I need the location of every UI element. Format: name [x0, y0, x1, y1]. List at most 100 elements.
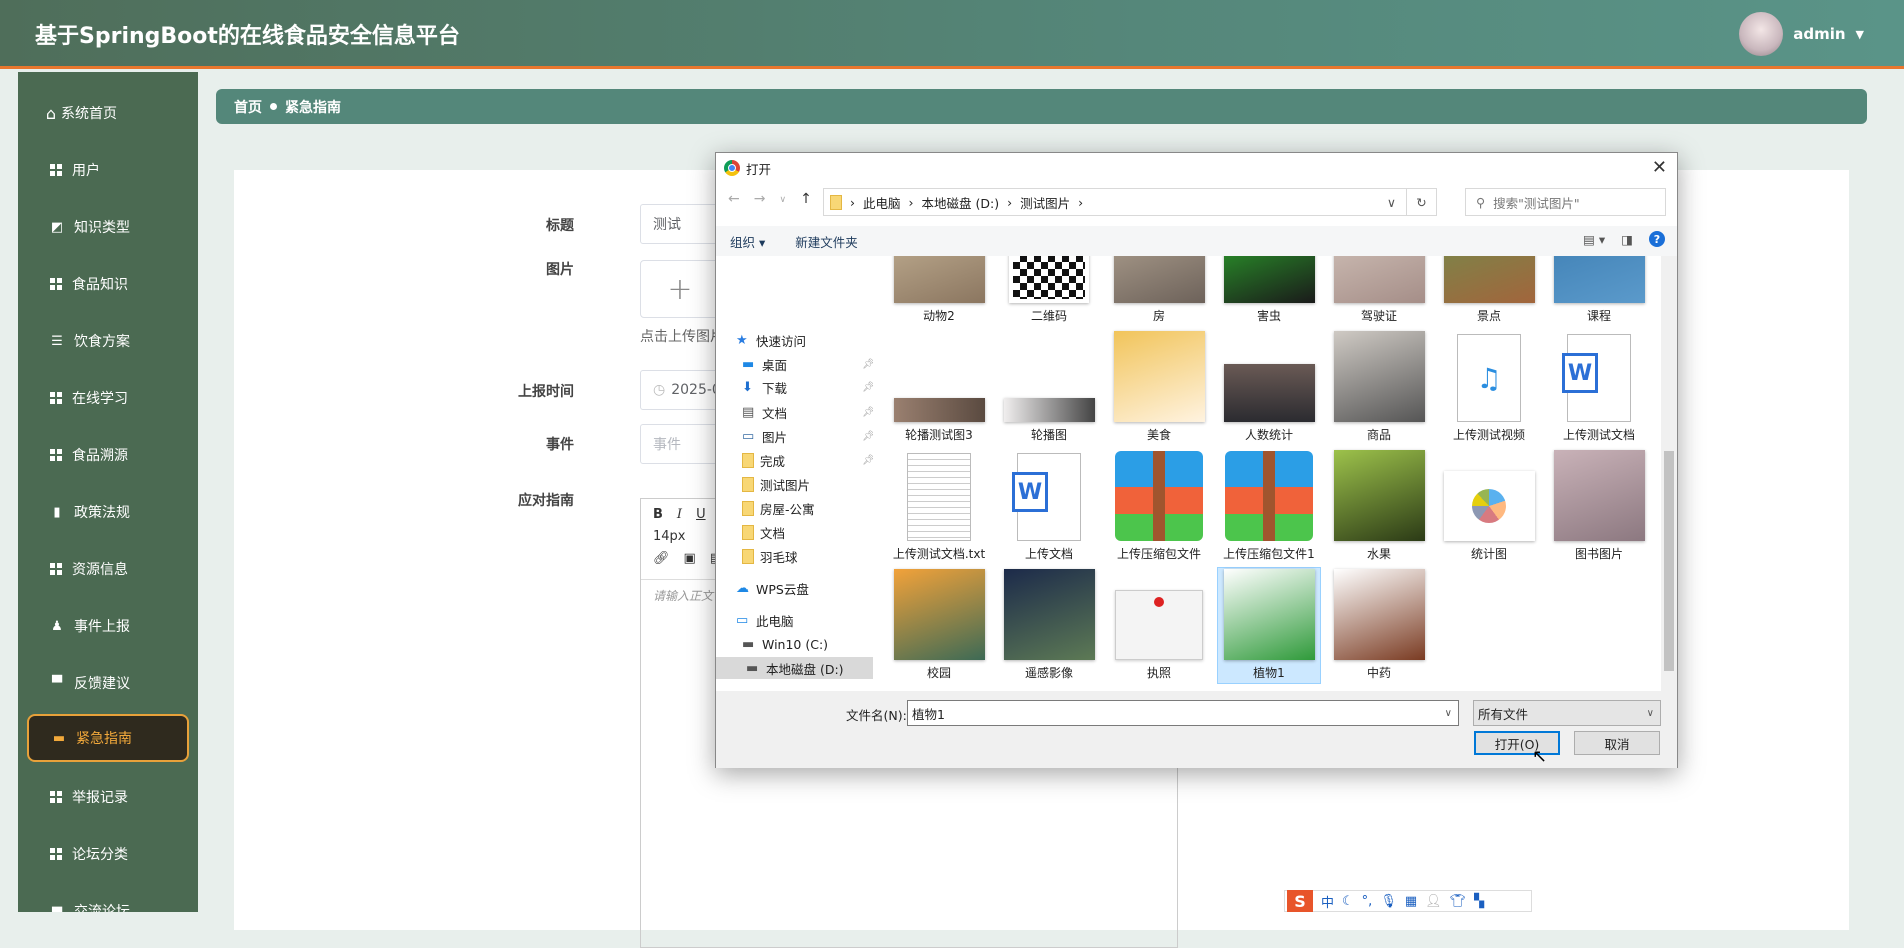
chevron-down-icon[interactable]: ∨: [1445, 708, 1452, 719]
nav-item[interactable]: 测试图片: [742, 473, 810, 495]
sidebar-item[interactable]: ▮ 政策法规: [18, 492, 198, 532]
apps-icon[interactable]: ▚: [1474, 894, 1484, 909]
sidebar-item[interactable]: ▀ 反馈建议: [18, 663, 198, 703]
nav-item[interactable]: ⬇ 下载 📌︎: [742, 376, 873, 398]
file-type-select[interactable]: 所有文件 ∨: [1473, 700, 1661, 726]
nav-item[interactable]: ☁ WPS云盘: [736, 577, 809, 599]
sidebar-item[interactable]: ▬ 紧急指南: [27, 714, 189, 762]
link-icon[interactable]: 🔗︎: [653, 551, 670, 566]
keyboard-icon[interactable]: ▦: [1405, 894, 1417, 909]
vertical-scrollbar[interactable]: [1661, 256, 1677, 691]
skin-icon[interactable]: 👕︎: [1450, 894, 1467, 909]
file-item[interactable]: 美食: [1107, 329, 1211, 446]
sidebar-item[interactable]: 在线学习: [18, 378, 198, 418]
sidebar-item[interactable]: 食品知识: [18, 264, 198, 304]
file-item[interactable]: 房: [1107, 256, 1211, 327]
sidebar-item[interactable]: ☰ 饮食方案: [18, 321, 198, 361]
new-folder-button[interactable]: 新建文件夹: [795, 232, 858, 251]
address-bar[interactable]: › 此电脑 › 本地磁盘 (D:) › 测试图片 › ∨ ↻: [823, 188, 1437, 216]
image-icon[interactable]: ▣: [684, 551, 696, 566]
sidebar-item[interactable]: 用户: [18, 150, 198, 190]
file-item[interactable]: W 上传文档: [997, 448, 1101, 565]
pin-icon[interactable]: 📌︎: [862, 359, 873, 370]
file-item[interactable]: ♫ 上传测试视频: [1437, 329, 1541, 446]
preview-pane-icon[interactable]: ◨: [1621, 232, 1633, 247]
up-arrow-icon[interactable]: ↑: [800, 191, 812, 207]
nav-item[interactable]: 完成 📌︎: [742, 449, 873, 471]
punctuation-icon[interactable]: °,: [1362, 894, 1373, 909]
file-item[interactable]: 上传测试文档.txt: [887, 448, 991, 565]
file-item[interactable]: 景点: [1437, 256, 1541, 327]
nav-item[interactable]: ▬ 桌面 📌︎: [742, 353, 873, 375]
sidebar-item[interactable]: 资源信息: [18, 549, 198, 589]
nav-item[interactable]: ▬ Win10 (C:): [742, 633, 828, 655]
pin-icon[interactable]: 📌︎: [862, 407, 873, 418]
user-menu[interactable]: admin ▼: [1739, 12, 1864, 56]
pin-icon[interactable]: 📌︎: [862, 455, 873, 466]
file-item[interactable]: 校园: [887, 567, 991, 684]
ime-mode[interactable]: 中: [1321, 892, 1334, 911]
cancel-button[interactable]: 取消: [1574, 731, 1660, 755]
file-item[interactable]: 执照: [1107, 567, 1211, 684]
bold-button[interactable]: B: [653, 507, 663, 522]
close-button[interactable]: ✕: [1652, 157, 1667, 178]
file-item[interactable]: 中药: [1327, 567, 1431, 684]
file-item[interactable]: 课程: [1547, 256, 1651, 327]
user-icon[interactable]: 👤︎: [1425, 894, 1442, 909]
sidebar-item[interactable]: 举报记录: [18, 777, 198, 817]
microphone-icon[interactable]: 🎙︎: [1380, 894, 1397, 909]
file-item[interactable]: 上传压缩包文件: [1107, 448, 1211, 565]
image-upload-button[interactable]: +: [640, 260, 720, 318]
chevron-down-icon[interactable]: ∨: [1387, 195, 1396, 210]
path-segment[interactable]: 测试图片: [1020, 193, 1070, 212]
sidebar-item[interactable]: ▆ 交流论坛: [18, 891, 198, 913]
file-item[interactable]: 水果: [1327, 448, 1431, 565]
file-item[interactable]: 驾驶证: [1327, 256, 1431, 327]
nav-item[interactable]: ▭ 此电脑: [736, 609, 794, 631]
forward-arrow-icon[interactable]: →: [754, 191, 766, 207]
back-arrow-icon[interactable]: ←: [728, 191, 740, 207]
nav-item[interactable]: ★ 快速访问: [736, 329, 806, 351]
file-item[interactable]: 害虫: [1217, 256, 1321, 327]
recent-chevron-icon[interactable]: ∨: [779, 195, 786, 207]
sidebar-item[interactable]: 食品溯源: [18, 435, 198, 475]
file-item[interactable]: W 上传测试文档: [1547, 329, 1651, 446]
italic-button[interactable]: I: [677, 507, 682, 522]
file-item[interactable]: 植物1: [1217, 567, 1321, 684]
nav-item[interactable]: 房屋-公寓: [742, 497, 815, 519]
nav-item[interactable]: 羽毛球: [742, 545, 798, 567]
nav-item[interactable]: ▤ 文档 📌︎: [742, 401, 873, 423]
path-segment[interactable]: 本地磁盘 (D:): [922, 193, 1000, 212]
file-item[interactable]: 人数统计: [1217, 329, 1321, 446]
pin-icon[interactable]: 📌︎: [862, 382, 873, 393]
file-item[interactable]: 轮播测试图3: [887, 329, 991, 446]
help-icon[interactable]: ?: [1649, 231, 1665, 247]
nav-item[interactable]: ▭ 图片 📌︎: [742, 425, 873, 447]
file-item[interactable]: 二维码: [997, 256, 1101, 327]
sidebar-item[interactable]: ⌂ 系统首页: [18, 93, 198, 133]
file-item[interactable]: 上传压缩包文件1: [1217, 448, 1321, 565]
organize-button[interactable]: 组织 ▾: [730, 232, 765, 251]
path-segment[interactable]: 此电脑: [863, 193, 901, 212]
file-item[interactable]: 统计图: [1437, 448, 1541, 565]
file-item[interactable]: 动物2: [887, 256, 991, 327]
scrollbar-thumb[interactable]: [1664, 451, 1674, 671]
underline-button[interactable]: U: [696, 507, 706, 522]
file-item[interactable]: 商品: [1327, 329, 1431, 446]
ime-toolbar[interactable]: S 中 ☾ °, 🎙︎ ▦ 👤︎ 👕︎ ▚: [1284, 890, 1532, 912]
font-size-select[interactable]: 14px: [653, 529, 686, 544]
refresh-button[interactable]: ↻: [1406, 189, 1436, 215]
view-options-icon[interactable]: ▤ ▾: [1583, 232, 1605, 247]
filename-input[interactable]: 植物1 ∨: [907, 700, 1459, 726]
search-input[interactable]: ⚲ 搜索"测试图片": [1465, 188, 1666, 216]
breadcrumb-home[interactable]: 首页: [234, 97, 262, 117]
pin-icon[interactable]: 📌︎: [862, 431, 873, 442]
nav-item[interactable]: 文档: [742, 521, 785, 543]
nav-item[interactable]: ▬ 本地磁盘 (D:): [716, 657, 873, 679]
open-button[interactable]: 打开(O): [1474, 731, 1560, 755]
sidebar-item[interactable]: ◩ 知识类型: [18, 207, 198, 247]
file-item[interactable]: 轮播图: [997, 329, 1101, 446]
sidebar-item[interactable]: ♟ 事件上报: [18, 606, 198, 646]
moon-icon[interactable]: ☾: [1342, 894, 1354, 909]
file-item[interactable]: 图书图片: [1547, 448, 1651, 565]
